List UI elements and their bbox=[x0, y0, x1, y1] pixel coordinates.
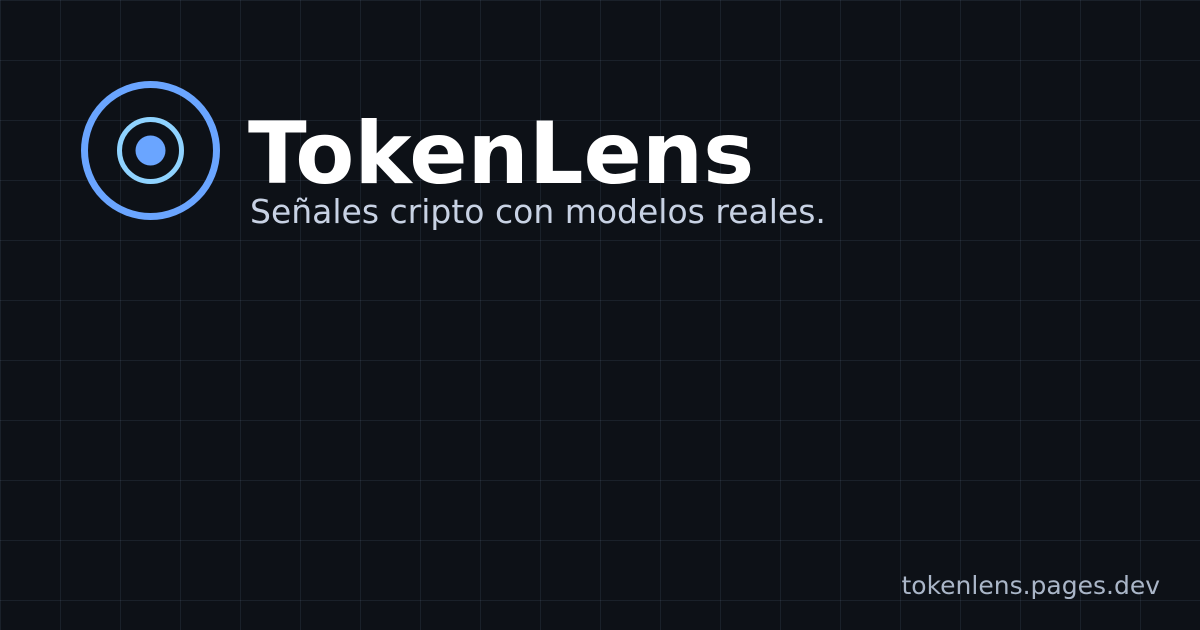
brand-title: TokenLens bbox=[248, 104, 755, 204]
site-url: tokenlens.pages.dev bbox=[901, 571, 1160, 600]
logo-center-dot bbox=[135, 135, 166, 166]
brand-tagline: Señales cripto con modelos reales. bbox=[250, 192, 826, 231]
logo-target-icon bbox=[78, 78, 223, 223]
logo-svg bbox=[81, 81, 220, 220]
social-card: TokenLens Señales cripto con modelos rea… bbox=[0, 0, 1200, 630]
